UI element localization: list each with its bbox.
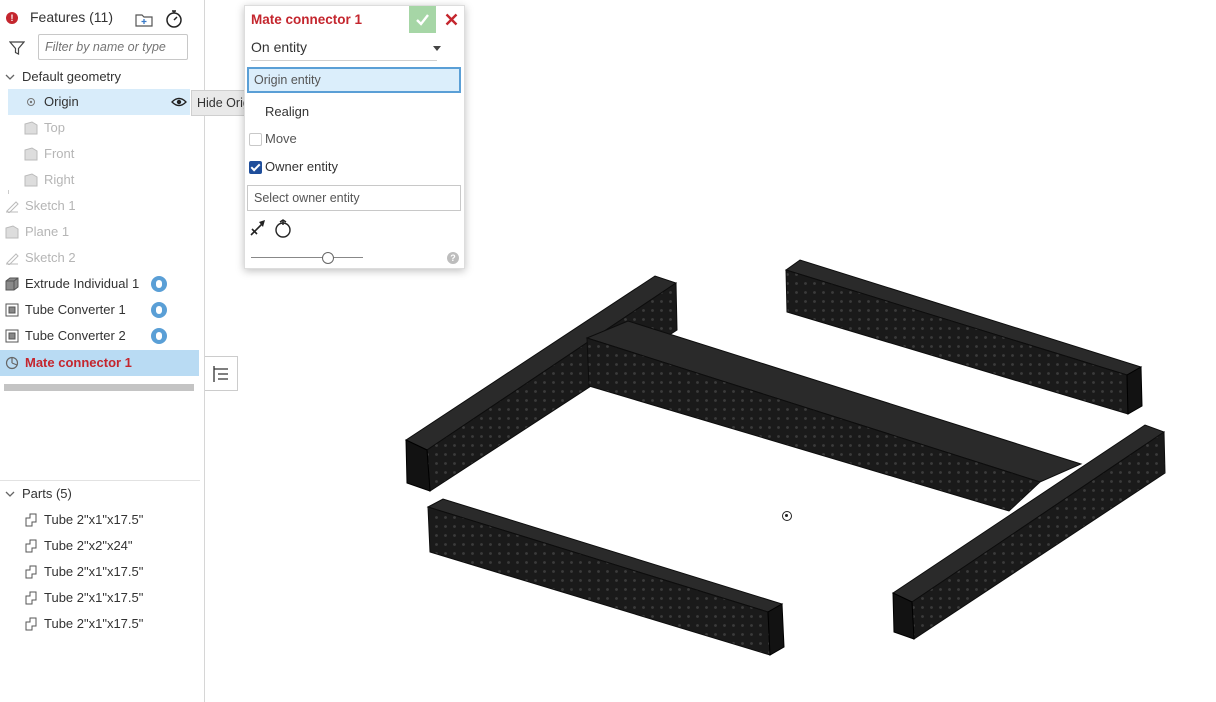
feature-list-title: Features (11) <box>30 9 113 25</box>
help-icon[interactable]: ? <box>447 252 459 264</box>
placement-type-select[interactable]: On entity <box>251 38 441 61</box>
part-label: Tube 2"x1"x17.5" <box>44 512 144 527</box>
plane-icon <box>24 147 38 161</box>
part-label: Tube 2"x1"x17.5" <box>44 590 144 605</box>
feature-label: Plane 1 <box>25 224 70 239</box>
mate-connector-icon <box>5 356 19 370</box>
feature-item-tube-converter-1[interactable]: Tube Converter 1 <box>0 297 200 323</box>
reorient-icon[interactable] <box>273 219 293 239</box>
feature-label: Sketch 1 <box>25 198 76 213</box>
sketch-icon <box>6 201 19 213</box>
part-label: Tube 2"x1"x17.5" <box>44 616 144 631</box>
chevron-down-icon[interactable] <box>4 488 16 500</box>
feature-label: Tube Converter 2 <box>25 328 126 343</box>
owner-entity-checkbox[interactable] <box>249 161 262 174</box>
tree-item-origin[interactable]: Origin <box>8 89 190 115</box>
origin-entity-field[interactable]: Origin entity <box>247 67 461 93</box>
tree-item-front[interactable]: Front <box>0 141 200 167</box>
part-item[interactable]: Tube 2"x1"x17.5" <box>0 611 200 637</box>
tree-item-label: Top <box>44 120 65 135</box>
origin-marker[interactable] <box>782 511 792 521</box>
tree-item-label: Origin <box>44 94 79 109</box>
plane-icon <box>24 121 38 135</box>
sketch-icon <box>6 253 19 265</box>
feature-item-mate-connector-1[interactable]: Mate connector 1 <box>0 350 199 376</box>
cancel-button[interactable] <box>438 6 464 33</box>
tree-item-top[interactable]: Top <box>0 115 200 141</box>
feature-label: Extrude Individual 1 <box>25 276 140 291</box>
add-folder-icon[interactable] <box>134 9 154 29</box>
filter-row <box>0 34 204 66</box>
default-geometry-group[interactable]: Default geometry <box>0 64 200 90</box>
eye-icon[interactable] <box>171 96 187 108</box>
plane-icon <box>24 173 38 187</box>
part-item[interactable]: Tube 2"x1"x17.5" <box>0 585 200 611</box>
feature-label: Tube Converter 1 <box>25 302 126 317</box>
default-geometry-label: Default geometry <box>22 69 121 84</box>
part-icon <box>25 513 37 527</box>
placement-type-value: On entity <box>251 39 308 55</box>
rollback-bar[interactable] <box>4 384 194 391</box>
tree-item-label: Front <box>44 146 75 161</box>
feature-item-sketch-1[interactable]: Sketch 1 <box>0 193 200 219</box>
dialog-title: Mate connector 1 <box>251 12 363 27</box>
tree-item-right[interactable]: Right <box>0 167 200 193</box>
part-icon <box>25 617 37 631</box>
filter-icon[interactable] <box>9 40 25 56</box>
part-label: Tube 2"x2"x24" <box>44 538 133 553</box>
flip-direction-icon[interactable] <box>249 219 267 237</box>
realign-label: Realign <box>265 104 310 119</box>
stopwatch-icon[interactable] <box>164 9 184 29</box>
close-icon <box>445 13 458 26</box>
info-icon[interactable] <box>151 276 167 292</box>
part-item[interactable]: Tube 2"x2"x24" <box>0 533 200 559</box>
slider-handle[interactable] <box>322 252 334 264</box>
checkmark-icon <box>416 14 429 26</box>
parts-group[interactable]: Parts (5) <box>0 481 200 507</box>
plane-icon <box>5 225 19 239</box>
feature-item-plane-1[interactable]: Plane 1 <box>0 219 200 245</box>
accept-button[interactable] <box>409 6 436 33</box>
part-item[interactable]: Tube 2"x1"x17.5" <box>0 559 200 585</box>
info-icon[interactable] <box>151 302 167 318</box>
feature-list-panel: ! Features (11) Default geometry Origin <box>0 0 266 702</box>
feature-item-sketch-2[interactable]: Sketch 2 <box>0 245 200 271</box>
chevron-down-icon <box>433 46 441 51</box>
feature-filter-input[interactable] <box>38 34 188 60</box>
move-label: Move <box>265 131 297 146</box>
tube-converter-icon <box>5 303 19 317</box>
slider-track[interactable] <box>251 257 363 258</box>
owner-entity-field[interactable]: Select owner entity <box>247 185 461 211</box>
feature-list-header: ! Features (11) <box>0 0 204 34</box>
feature-item-extrude-individual-1[interactable]: Extrude Individual 1 <box>0 271 200 297</box>
feature-item-tube-converter-2[interactable]: Tube Converter 2 <box>0 323 200 349</box>
part-label: Tube 2"x1"x17.5" <box>44 564 144 579</box>
part-icon <box>25 565 37 579</box>
origin-icon <box>27 98 35 106</box>
info-icon[interactable] <box>151 328 167 344</box>
feature-label: Sketch 2 <box>25 250 76 265</box>
chevron-down-icon[interactable] <box>4 71 16 83</box>
part-icon <box>25 539 37 553</box>
owner-entity-label: Owner entity <box>265 159 338 174</box>
tube-converter-icon <box>5 329 19 343</box>
extrude-icon <box>5 277 19 291</box>
part-item[interactable]: Tube 2"x1"x17.5" <box>0 507 200 533</box>
part-tube-front-left[interactable] <box>426 498 785 656</box>
tree-item-label: Right <box>44 172 75 187</box>
parts-label: Parts (5) <box>22 486 72 501</box>
part-icon <box>25 591 37 605</box>
mate-connector-dialog: Mate connector 1 On entity Origin entity… <box>244 5 465 269</box>
move-checkbox[interactable] <box>249 133 262 146</box>
warning-icon[interactable]: ! <box>6 12 18 24</box>
feature-label: Mate connector 1 <box>25 355 132 370</box>
